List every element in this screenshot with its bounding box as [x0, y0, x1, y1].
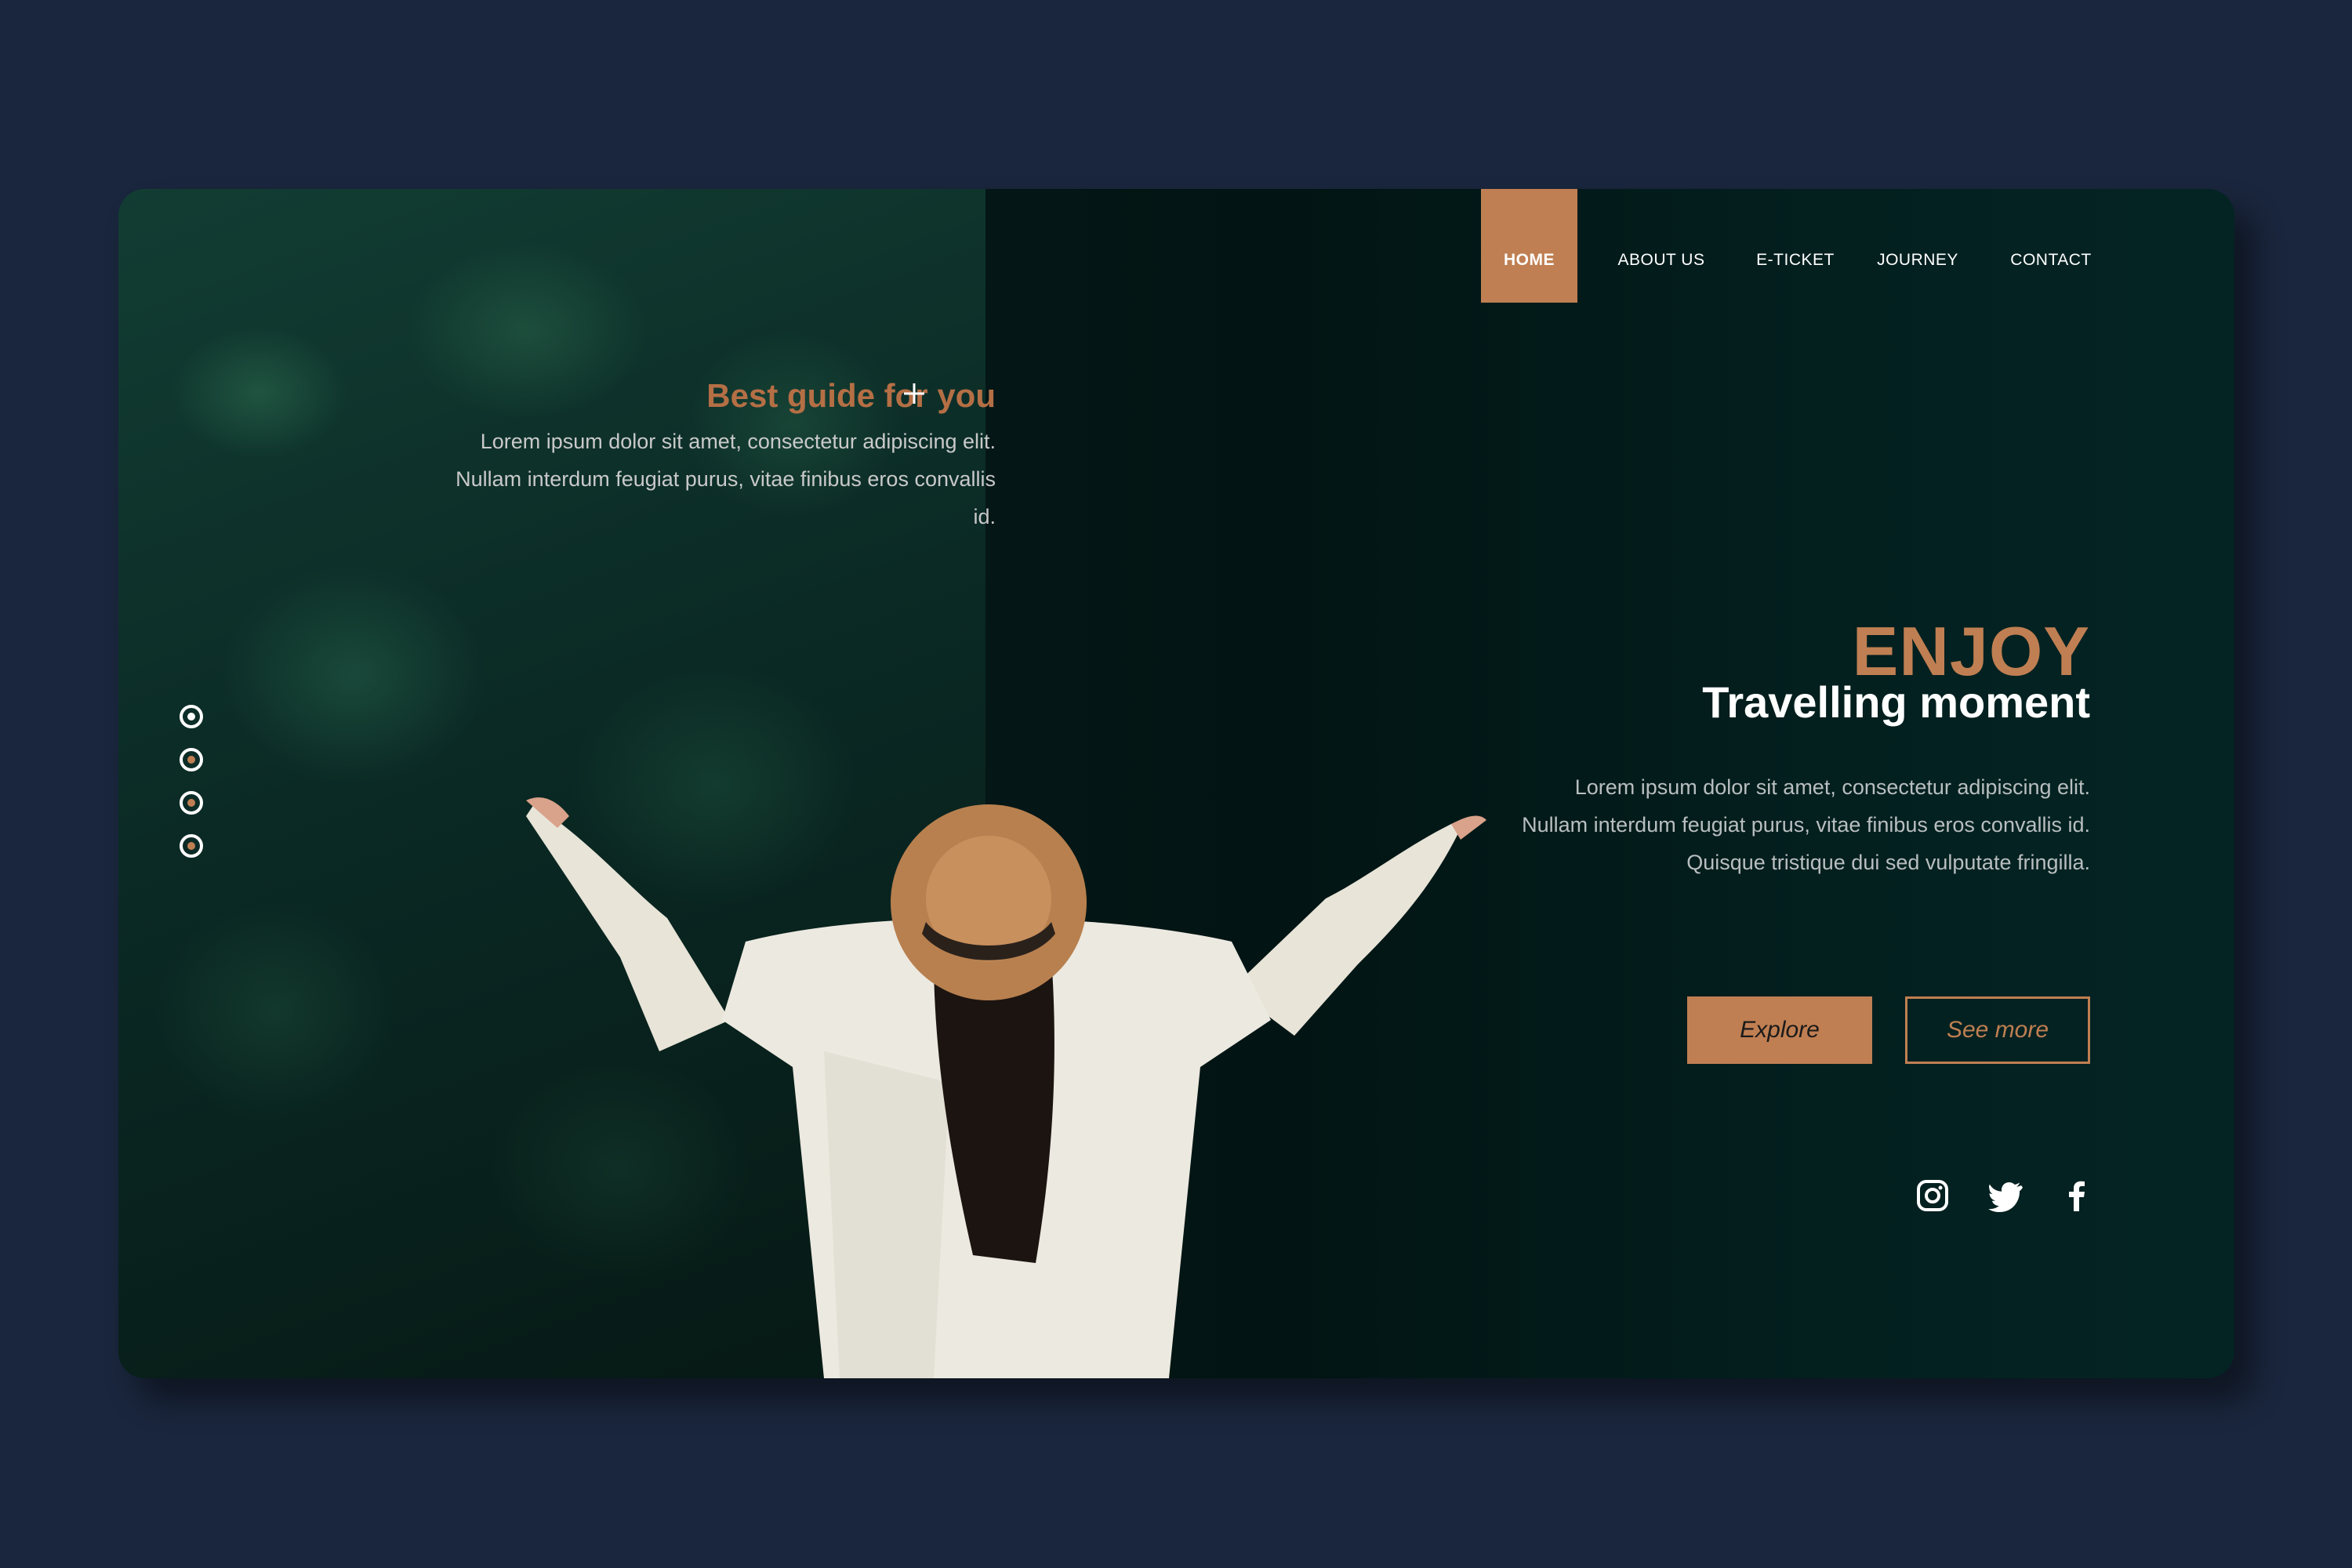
slider-dot-4[interactable]: [180, 834, 203, 858]
guide-description: Lorem ipsum dolor sit amet, consectetur …: [456, 430, 996, 528]
nav-contact[interactable]: CONTACT: [2000, 189, 2102, 303]
nav-home[interactable]: HOME: [1481, 189, 1577, 303]
hero-heading: ENJOY: [1852, 612, 2090, 690]
nav-e-ticket[interactable]: E-TICKET: [1745, 189, 1846, 303]
slider-dot-2[interactable]: [180, 748, 203, 771]
hero-description: Lorem ipsum dolor sit amet, consectetur …: [1522, 775, 2090, 874]
top-nav: HOME ABOUT US E-TICKET JOURNEY CONTACT: [118, 189, 2234, 303]
plus-icon[interactable]: [902, 382, 926, 405]
facebook-icon[interactable]: [2060, 1178, 2094, 1213]
nav-about-us[interactable]: ABOUT US: [1604, 189, 1719, 303]
twitter-icon[interactable]: [1988, 1178, 2023, 1213]
slider-dot-1[interactable]: [180, 705, 203, 728]
nav-journey[interactable]: JOURNEY: [1867, 189, 1969, 303]
guide-title: Best guide for you: [706, 377, 996, 414]
see-more-button[interactable]: See more: [1905, 996, 2090, 1064]
explore-button[interactable]: Explore: [1687, 996, 1872, 1064]
instagram-icon[interactable]: [1915, 1178, 1950, 1213]
forest-background-image: [118, 189, 985, 1378]
hero-subheading: Travelling moment: [1702, 677, 2090, 727]
hero-card: HOME ABOUT US E-TICKET JOURNEY CONTACT B…: [118, 189, 2234, 1378]
slider-dots: [180, 705, 203, 877]
slider-dot-3[interactable]: [180, 791, 203, 815]
